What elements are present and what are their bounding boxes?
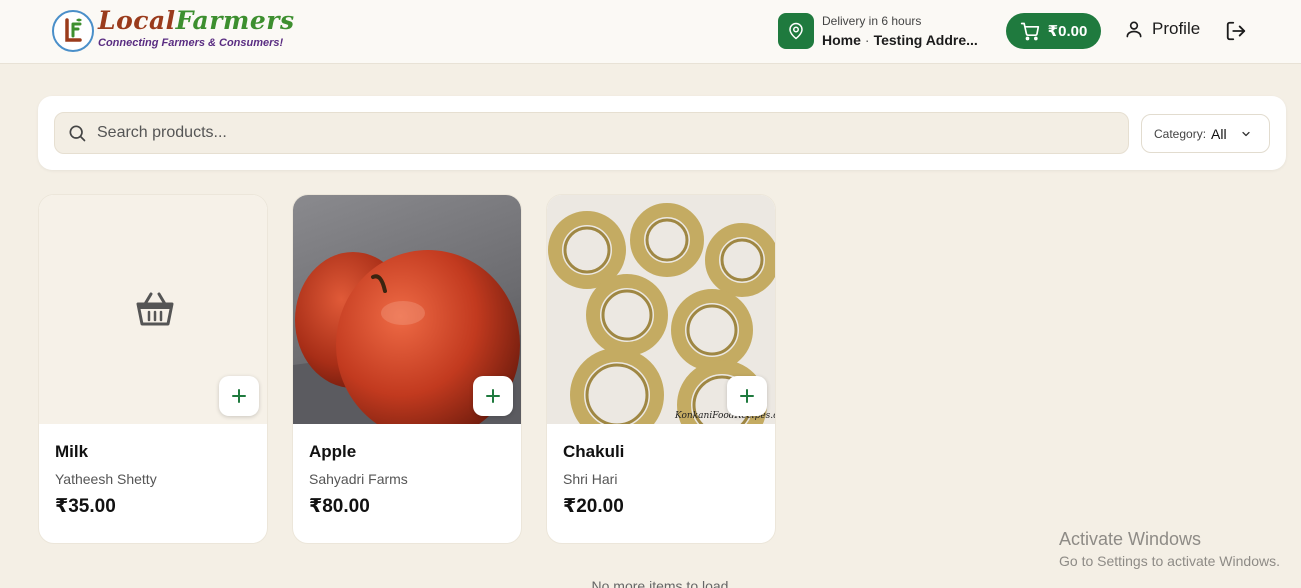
cart-total: ₹0.00 <box>1047 23 1088 40</box>
plus-icon <box>740 389 754 403</box>
product-price: ₹80.00 <box>309 496 370 517</box>
add-to-cart-button[interactable] <box>219 376 259 416</box>
basket-icon <box>136 292 174 326</box>
category-dropdown[interactable]: Category: All <box>1141 114 1270 153</box>
delivery-address[interactable]: Home · Testing Addre... <box>822 32 984 48</box>
top-nav-bar: LocalFarmers Connecting Farmers & Consum… <box>0 0 1301 64</box>
user-icon <box>1126 21 1142 38</box>
search-box[interactable] <box>54 112 1129 154</box>
search-input[interactable] <box>97 124 1097 142</box>
product-card[interactable]: Milk Yatheesh Shetty ₹35.00 <box>38 194 268 544</box>
product-card[interactable]: Apple Sahyadri Farms ₹80.00 <box>292 194 522 544</box>
location-button[interactable] <box>778 13 814 49</box>
map-pin-icon <box>789 22 803 40</box>
add-to-cart-button[interactable] <box>727 376 767 416</box>
delivery-eta: Delivery in 6 hours <box>822 14 922 28</box>
product-farmer: Shri Hari <box>563 471 618 487</box>
product-farmer: Yatheesh Shetty <box>55 471 157 487</box>
search-panel: Category: All <box>38 96 1286 170</box>
product-name: Chakuli <box>563 442 625 461</box>
profile-label: Profile <box>1152 19 1201 38</box>
logo-badge-icon <box>52 10 94 52</box>
category-label: Category: <box>1154 126 1207 141</box>
product-card[interactable]: KonkaniFoodRecipes.com Chakuli Shri Hari… <box>546 194 776 544</box>
profile-link[interactable]: Profile <box>1124 19 1200 39</box>
watermark-subtitle: Go to Settings to activate Windows. <box>1059 553 1280 569</box>
plus-icon <box>486 389 500 403</box>
watermark-title: Activate Windows <box>1059 529 1202 549</box>
chevron-down-icon <box>1241 131 1250 136</box>
site-logo[interactable]: LocalFarmers Connecting Farmers & Consum… <box>52 6 295 55</box>
product-name: Milk <box>55 442 89 461</box>
logo-title: LocalFarmers <box>98 6 295 35</box>
logo-tagline: Connecting Farmers & Consumers! <box>98 37 284 49</box>
plus-icon <box>232 389 246 403</box>
product-price: ₹35.00 <box>55 496 116 517</box>
windows-activation-watermark: Activate Windows Go to Settings to activ… <box>1059 529 1280 569</box>
logout-icon <box>1226 21 1246 41</box>
logout-button[interactable] <box>1225 20 1247 47</box>
cart-icon <box>1020 22 1039 41</box>
product-price: ₹20.00 <box>563 496 624 517</box>
category-value: All <box>1211 125 1227 142</box>
add-to-cart-button[interactable] <box>473 376 513 416</box>
no-more-items-text: No more items to load <box>591 578 729 588</box>
product-name: Apple <box>309 442 357 461</box>
product-farmer: Sahyadri Farms <box>309 471 408 487</box>
search-icon <box>69 125 86 142</box>
cart-button[interactable]: ₹0.00 <box>1006 13 1101 49</box>
